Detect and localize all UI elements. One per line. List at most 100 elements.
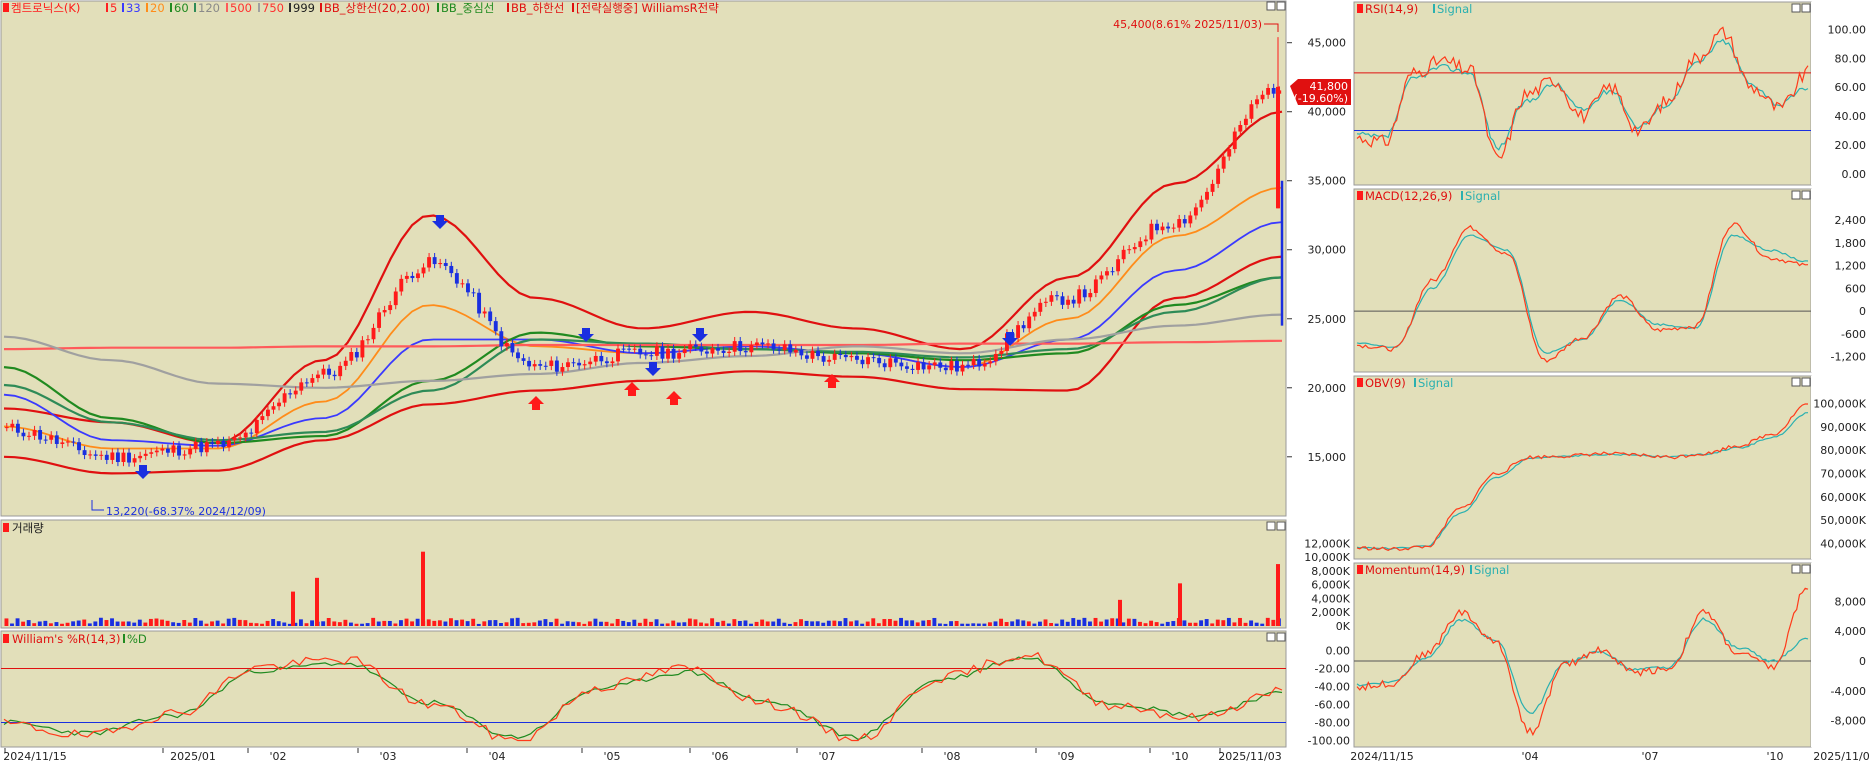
volume-tick-label: 8,000K (1311, 565, 1350, 578)
volume-bar (110, 618, 114, 626)
volume-bar (554, 618, 559, 626)
indicator-tick-label: 60.00 (1835, 81, 1867, 94)
price-tick-label: 25,000 (1308, 313, 1347, 326)
price-panel[interactable] (0, 0, 1287, 517)
indicator-tick-label: 600 (1845, 282, 1866, 295)
volume-bar (1249, 620, 1254, 626)
candle-body (254, 420, 259, 434)
volume-bar (1260, 623, 1265, 626)
candle-body (599, 355, 604, 362)
right-x-tick-label: '10 (1766, 750, 1783, 763)
volume-bar (160, 619, 164, 626)
minimize-icon[interactable] (1266, 1, 1276, 11)
main-x-axis: 2024/11/15 2025/01 '02 '03 '04 '05 '06 '07 '08 '0… (0, 748, 1287, 764)
williams-r-panel[interactable] (0, 630, 1287, 748)
candle-body (338, 365, 343, 377)
candle-body (238, 437, 243, 439)
volume-bar (1104, 619, 1109, 626)
candle-body (54, 435, 59, 444)
volume-bar (1038, 621, 1042, 626)
volume-bar (454, 620, 459, 626)
macd-panel[interactable]: -1,200 -600 0 600 1,200 1,800 2,400 (1353, 188, 1870, 373)
candle-body (299, 382, 304, 391)
volume-bar (1004, 622, 1009, 626)
volume-bar (1054, 623, 1059, 626)
candle-body (165, 448, 170, 453)
legend-ma500: 500 (230, 1, 252, 15)
volume-bar (721, 620, 726, 626)
volume-bar (1271, 619, 1276, 626)
volume-bar (410, 621, 415, 626)
candle-body (460, 283, 465, 285)
close-icon[interactable] (1276, 1, 1286, 11)
volume-bar (476, 623, 481, 626)
volume-bar (115, 621, 120, 626)
legend-ma20: 20 (150, 1, 165, 15)
volume-bar (499, 623, 503, 626)
minimize-icon (1791, 377, 1801, 387)
volume-bar (910, 620, 915, 626)
volume-panel[interactable] (0, 519, 1287, 629)
candle-body (138, 455, 143, 459)
candle-body (204, 442, 209, 453)
candle-body (660, 346, 665, 359)
candle-body (443, 263, 448, 266)
candle-body (904, 366, 909, 369)
indicator-tick-label: -8,000 (1831, 715, 1866, 728)
x-tick-label: 2025/01 (170, 750, 216, 763)
volume-bar (715, 622, 720, 626)
legend-ma120: 120 (198, 1, 220, 15)
volume-minimize-icon[interactable] (1266, 521, 1276, 531)
candle-body (504, 342, 509, 347)
volume-bar (687, 618, 692, 626)
price-tick-label: 45,000 (1308, 37, 1347, 50)
candle-body (249, 432, 254, 434)
volume-bar (1132, 618, 1137, 626)
x-tick-label: 2025/11/03 (1218, 750, 1281, 763)
indicator-tick-label: 4,000 (1835, 625, 1867, 638)
candle-body (1066, 299, 1071, 305)
candle-body (88, 454, 93, 456)
volume-bar (332, 621, 337, 626)
volume-bar (560, 623, 565, 626)
volume-bar (399, 620, 403, 626)
volume-bar (699, 622, 703, 626)
candle-body (199, 441, 204, 453)
volume-bar (754, 621, 759, 626)
indicator-tick-label: 20.00 (1835, 139, 1867, 152)
wr-minimize-icon[interactable] (1266, 632, 1276, 642)
candle-body (488, 311, 493, 322)
legend-bb-lower: BB_하한선 (511, 1, 564, 15)
candle-body (666, 348, 670, 359)
candle-body (827, 359, 832, 362)
candle-body (332, 374, 337, 377)
volume-bar (593, 618, 598, 626)
volume-bar (4, 618, 9, 626)
volume-bar (21, 621, 26, 626)
candle-body (354, 352, 359, 358)
candle-body (693, 344, 698, 347)
volume-bar (971, 623, 976, 626)
volume-bar (1065, 621, 1070, 626)
obv-panel[interactable]: 40,000K 50,000K 60,000K 70,000K 80,000K 90,00… (1353, 375, 1870, 560)
low-annotation: 13,220(-68.37% 2024/12/09) (106, 505, 266, 518)
wr-close-icon[interactable] (1276, 632, 1286, 642)
legend-bb-upper: BB_상한선(20,2.00) (324, 1, 430, 15)
rsi-panel[interactable]: 0.00 20.00 40.00 60.00 80.00 100.00 (1353, 1, 1870, 186)
volume-bar (126, 621, 131, 626)
legend-ma5: 5 (110, 1, 117, 15)
candle-body (849, 355, 854, 358)
volume-bar (43, 620, 48, 626)
volume-bar (1076, 619, 1081, 626)
candle-body (654, 346, 659, 356)
candle-body (538, 364, 543, 366)
volume-bar (887, 618, 892, 626)
candle-body (577, 362, 582, 366)
volume-bar (682, 622, 687, 626)
volume-close-icon[interactable] (1276, 521, 1286, 531)
momentum-panel[interactable]: -8,000 -4,000 0 4,000 8,000 (1353, 562, 1870, 748)
williams-tick-label: -40.00 (1315, 681, 1350, 694)
volume-bar (321, 621, 326, 626)
price-tick-label: 15,000 (1308, 451, 1347, 464)
candle-body (1271, 87, 1276, 94)
